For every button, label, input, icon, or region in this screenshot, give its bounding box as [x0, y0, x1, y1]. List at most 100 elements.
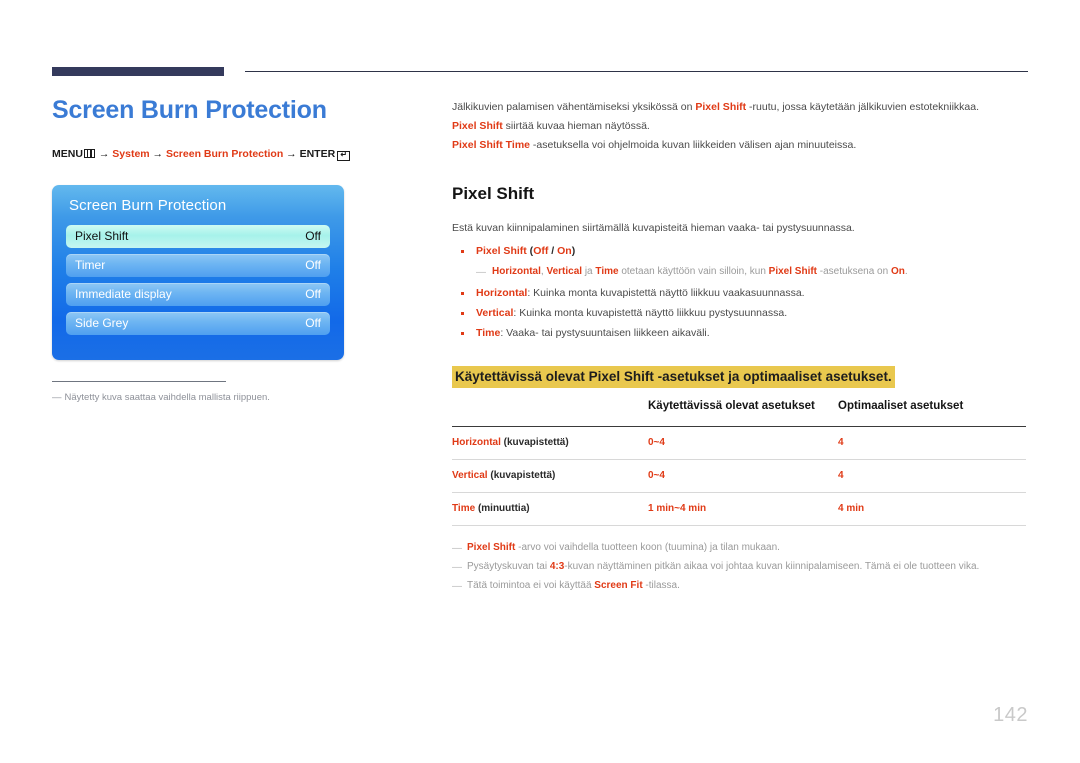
enter-key-glyph: ↵	[340, 150, 348, 159]
bullet-text-run-0: Vertical	[476, 307, 514, 319]
caption-text: Näytetty kuva saattaa vaihdella mallista…	[64, 392, 270, 403]
list-item: Pixel Shift (Off / On)	[452, 242, 1030, 261]
list-item: Time: Vaaka- tai pystysuuntaisen liikkee…	[452, 324, 1030, 343]
osd-row-pixel-shift[interactable]: Pixel Shift Off	[66, 225, 330, 248]
osd-row-value: Off	[305, 229, 321, 243]
bullet-text-run-1: : Kuinka monta kuvapistettä näyttö liikk…	[513, 307, 788, 319]
document-page: Screen Burn Protection MENU → System → S…	[0, 0, 1080, 763]
specification-table: Käytettävissä olevat asetukset Optimaali…	[452, 398, 1026, 526]
osd-row-value: Off	[305, 316, 321, 330]
settings-bullet-list: Pixel Shift (Off / On)	[452, 242, 1030, 261]
bullet-dot-icon	[461, 332, 464, 335]
highlighted-heading-wrap: Käytettävissä olevat Pixel Shift -asetuk…	[452, 344, 1030, 388]
footnote-text-run-2: -tilassa.	[642, 580, 680, 591]
footnote-dash: ―	[452, 581, 462, 592]
subnote-text-run-9: .	[904, 266, 908, 277]
table-cell-label: Vertical (kuvapistettä)	[452, 459, 648, 493]
osd-row-value: Off	[305, 287, 321, 301]
table-cell-available: 0~4	[648, 426, 838, 460]
bullet-text-run-0: Horizontal	[476, 287, 528, 299]
intro-run-run-1: siirtää kuvaa hieman näytössä.	[502, 120, 650, 132]
bullet-text-run-4: On	[557, 245, 572, 257]
page-title: Screen Burn Protection	[52, 96, 327, 124]
header-rule-thick	[52, 67, 224, 76]
menu-path-menu-label: MENU	[52, 148, 83, 160]
footnote-text-run-1: -arvo voi vaihdella tuotteen koon (tuumi…	[515, 542, 780, 553]
table-header-row: Käytettävissä olevat asetukset Optimaali…	[452, 398, 1026, 427]
footnote-text-run-0: Pixel Shift	[467, 542, 516, 553]
left-column: Screen Burn Protection MENU → System → S…	[52, 95, 432, 161]
highlighted-heading: Käytettävissä olevat Pixel Shift -asetuk…	[452, 366, 895, 388]
footnote: ― Pysäytyskuvan tai 4:3-kuvan näyttäminen…	[452, 557, 1030, 576]
intro-run-run-2: -ruutu, jossa käytetään jälkikuvien esto…	[746, 101, 980, 113]
enter-key-icon: ↵	[337, 150, 351, 161]
subnote-text-run-0: Horizontal	[492, 266, 541, 277]
menu-path-arrow-3: →	[286, 148, 297, 160]
osd-row-label: Side Grey	[75, 316, 129, 330]
table-cell-label: Horizontal (kuvapistettä)	[452, 426, 648, 460]
intro-run-run-0: Pixel Shift	[452, 120, 503, 132]
table-cell-label-unit: (kuvapistettä)	[500, 437, 569, 448]
osd-row-label: Timer	[75, 258, 106, 272]
footnote-dash: ―	[452, 543, 462, 554]
table-cell-optimal: 4	[838, 426, 1026, 460]
section-lead-text: Estä kuvan kiinnipalaminen siirtämällä k…	[452, 222, 855, 234]
table-row: Vertical (kuvapistettä) 0~4 4	[452, 459, 1026, 493]
intro-run-run-1: Pixel Shift	[695, 101, 747, 113]
intro-run-run-1: -asetuksella voi ohjelmoida kuvan liikke…	[530, 139, 857, 151]
table-header-blank	[452, 398, 648, 427]
bullet-text-run-0: Pixel Shift	[476, 245, 527, 257]
intro-run-run-0: Pixel Shift Time	[452, 139, 530, 151]
table-cell-label-key: Vertical	[452, 470, 488, 481]
footnote-text-run-0: Tätä toimintoa ei voi käyttää	[467, 580, 595, 591]
bullet-text-run-5: )	[571, 245, 576, 257]
right-column: Jälkikuvien palamisen vähentämiseksi yks…	[452, 98, 1030, 595]
subnote-dash: ―	[476, 267, 486, 278]
intro-run-run-0: Jälkikuvien palamisen vähentämiseksi yks…	[452, 101, 696, 113]
table-header-optimal: Optimaaliset asetukset	[838, 400, 964, 412]
panel-caption: ― Näytetty kuva saattaa vaihdella mallist…	[52, 391, 382, 404]
table-row: Time (minuuttia) 1 min~4 min 4 min	[452, 492, 1026, 526]
menu-path-arrow-1: →	[98, 148, 110, 160]
table-cell-optimal: 4	[838, 459, 1026, 493]
subnote-text-run-2: Vertical	[546, 266, 583, 277]
list-item: Horizontal: Kuinka monta kuvapistettä nä…	[452, 284, 1030, 303]
subnote-text-run-3: ja	[582, 266, 596, 277]
table-cell-available: 1 min~4 min	[648, 492, 838, 526]
caption-dash: ―	[52, 392, 62, 403]
table-header-available: Käytettävissä olevat asetukset	[648, 400, 815, 412]
footnote-text-run-2: -kuvan näyttäminen pitkän aikaa voi joht…	[564, 561, 980, 572]
table-row: Horizontal (kuvapistettä) 0~4 4	[452, 426, 1026, 460]
footnote-text-run-0: Pysäytyskuvan tai	[467, 561, 550, 572]
table-cell-label-unit: (kuvapistettä)	[487, 470, 556, 481]
header-rule-thin	[245, 71, 1028, 72]
bullet-dot-icon	[461, 312, 464, 315]
osd-row-side-grey[interactable]: Side Grey Off	[66, 312, 330, 335]
subnote-text-run-5: otetaan käyttöön vain silloin, kun	[618, 266, 769, 277]
caption-divider	[52, 381, 226, 382]
osd-row-immediate-display[interactable]: Immediate display Off	[66, 283, 330, 306]
osd-row-label: Pixel Shift	[75, 229, 129, 243]
list-item: Vertical: Kuinka monta kuvapistettä näyt…	[452, 304, 1030, 323]
osd-panel-title: Screen Burn Protection	[69, 197, 227, 214]
osd-row-timer[interactable]: Timer Off	[66, 254, 330, 277]
table-cell-label-key: Horizontal	[452, 437, 501, 448]
section-title-pixel-shift: Pixel Shift	[452, 184, 535, 203]
bullet-text-run-0: Time	[476, 327, 501, 339]
bullet-text-run-3: /	[548, 245, 558, 257]
page-number: 142	[993, 704, 1028, 726]
footnote-text-run-1: 4:3	[549, 561, 565, 572]
subnote-text-run-7: -asetuksena on	[817, 266, 891, 277]
bullet-dot-icon	[461, 292, 464, 295]
footnote-dash: ―	[452, 562, 462, 573]
sub-note: ― Horizontal, Vertical ja Time otetaan kä…	[452, 263, 1030, 281]
menu-path-step-screen-burn-protection: Screen Burn Protection	[165, 148, 284, 160]
table-cell-label-key: Time	[452, 503, 476, 514]
menu-path-step-system: System	[112, 148, 150, 160]
bullet-dot-icon	[461, 250, 464, 253]
footnote-list: ― Pixel Shift -arvo voi vaihdella tuottee…	[452, 538, 1030, 595]
intro-paragraph-2: Pixel Shift siirtää kuvaa hieman näytöss…	[452, 117, 1030, 136]
osd-row-label: Immediate display	[75, 287, 172, 301]
subnote-text-run-8: On	[890, 266, 905, 277]
footnote: ― Tätä toimintoa ei voi käyttää Screen Fi…	[452, 576, 1030, 595]
